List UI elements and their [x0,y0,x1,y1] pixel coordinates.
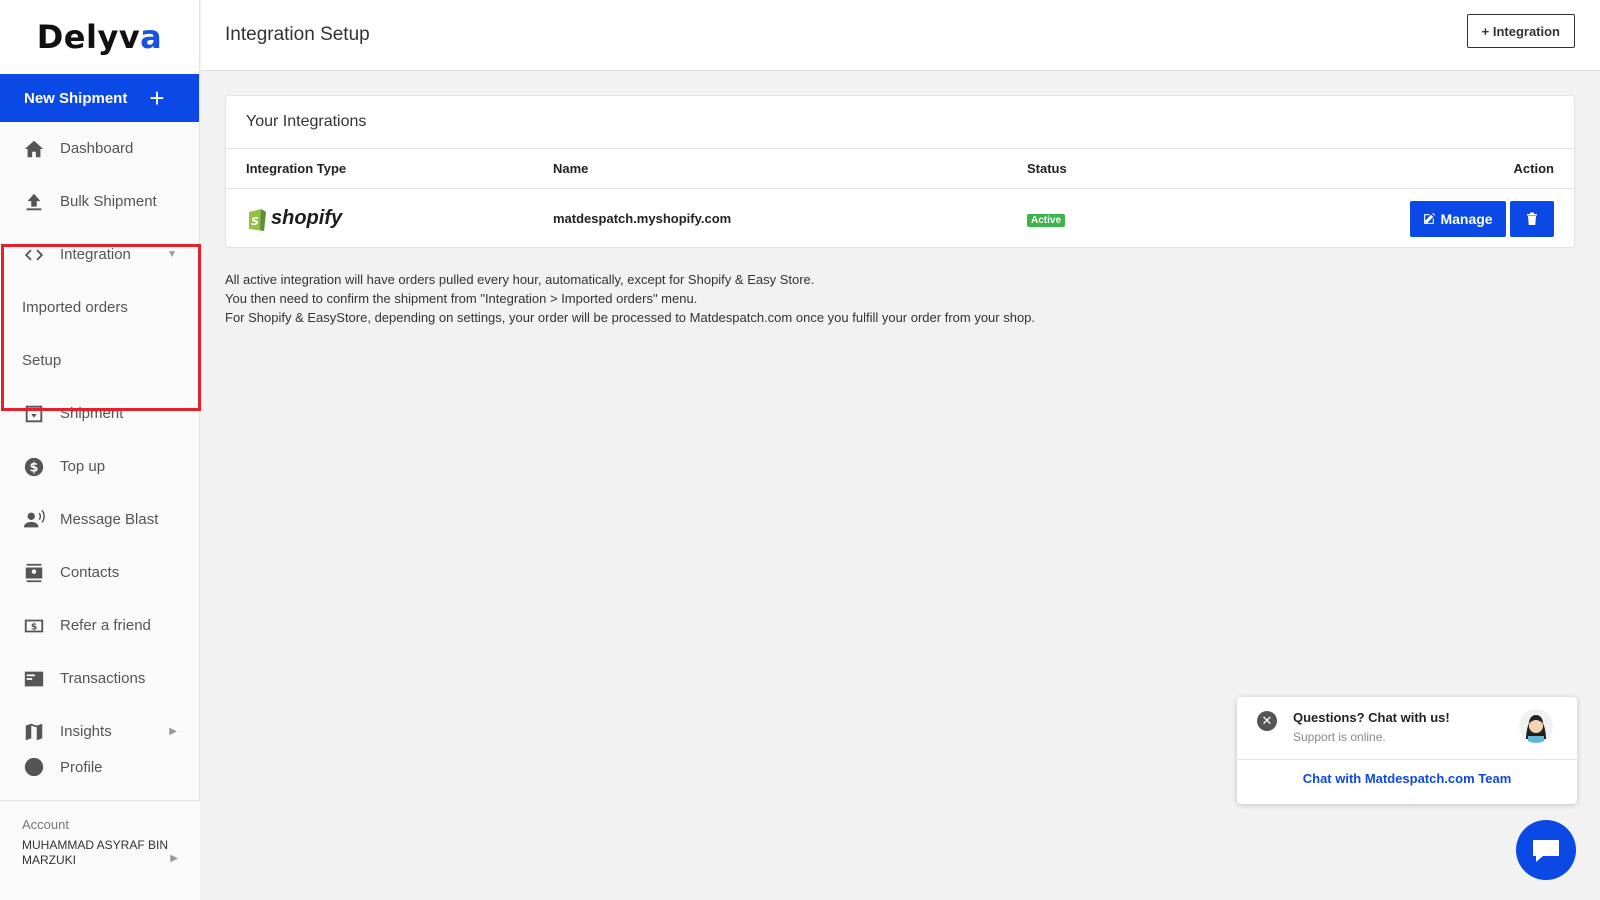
box-icon [22,402,46,426]
status-cell: Active [1027,210,1066,228]
sidebar-nav: Dashboard Bulk Shipment Integration ▼ Im… [0,122,199,776]
action-cell: Manage [1410,200,1554,237]
sidebar-item-top-up[interactable]: $ Top up [0,440,199,493]
chevron-down-icon: ▼ [167,249,177,260]
column-header-type: Integration Type [246,161,347,176]
sidebar-item-bulk-shipment[interactable]: Bulk Shipment [0,175,199,228]
integrations-card: Your Integrations Integration Type Name … [225,95,1575,248]
logo-text-b: a [140,18,163,56]
account-name: MUHAMMAD ASYRAF BIN MARZUKI [22,838,169,867]
sidebar-subitem-imported-orders[interactable]: Imported orders [0,281,199,334]
sidebar-item-contacts[interactable]: Contacts [0,546,199,599]
page-header: Integration Setup + Integration [201,0,1600,71]
sidebar-item-label: Message Blast [60,511,159,528]
integration-info-text: All active integration will have orders … [225,270,1035,327]
logo-text-a: Delyv [36,18,141,56]
logo[interactable]: Delyv a [0,0,199,74]
sidebar-item-message-blast[interactable]: Message Blast [0,493,199,546]
chat-popup: ✕ Questions? Chat with us! Support is on… [1237,697,1577,804]
close-icon[interactable]: ✕ [1257,711,1277,731]
shopify-bag-icon: S [249,208,266,231]
delete-button[interactable] [1510,200,1554,237]
sidebar-item-refer-a-friend[interactable]: $ Refer a friend [0,599,199,652]
card-icon [22,667,46,691]
dollar-icon: $ [22,455,46,479]
contacts-icon [22,561,46,585]
svg-text:S: S [251,215,259,228]
sidebar-item-label: Insights [60,723,112,740]
sidebar-item-label: Transactions [60,670,146,687]
info-line: For Shopify & EasyStore, depending on se… [225,310,1036,325]
sidebar-item-dashboard[interactable]: Dashboard [0,122,199,175]
chevron-right-icon: ▶ [170,853,178,864]
svg-text:$: $ [30,460,39,475]
edit-icon [1424,212,1436,224]
map-icon [22,720,46,744]
sidebar-item-integration[interactable]: Integration ▼ [0,228,199,281]
new-shipment-button[interactable]: New Shipment + [0,74,199,122]
add-integration-button[interactable]: + Integration [1466,14,1575,48]
sidebar-item-label: Integration [60,246,131,263]
info-line: You then need to confirm the shipment fr… [225,291,698,306]
column-header-action: Action [1513,161,1554,176]
user-icon [22,758,46,776]
card-title: Your Integrations [226,96,1574,149]
table-row: S shopify matdespatch.myshopify.com Acti… [226,189,1574,248]
chat-bubble-icon [1533,840,1559,862]
shopify-wordmark: shopify [271,207,343,229]
sidebar-item-label: Contacts [60,564,120,581]
chevron-right-icon: ▶ [169,726,177,737]
chat-question: Questions? Chat with us! [1293,710,1450,725]
column-header-status: Status [1027,161,1067,176]
chat-launcher-button[interactable] [1516,820,1576,880]
refer-icon: $ [22,614,46,638]
account-label: Account [22,817,69,832]
sidebar-item-insights[interactable]: Insights ▶ [0,705,199,758]
trash-icon [1527,212,1537,225]
shopify-logo: S shopify [246,206,342,232]
chat-status: Support is online. [1293,730,1386,744]
column-header-name: Name [553,161,589,176]
sidebar-item-label: Shipment [60,405,124,422]
account-section[interactable]: Account MUHAMMAD ASYRAF BIN MARZUKI ▶ [0,800,200,900]
plus-icon: + [149,83,165,113]
sidebar-subitem-setup[interactable]: Setup [0,334,199,387]
chat-link[interactable]: Chat with Matdespatch.com Team [1237,771,1577,786]
new-shipment-label: New Shipment [24,89,128,107]
info-line: All active integration will have orders … [225,272,815,287]
home-icon [22,137,46,161]
support-avatar [1519,709,1553,743]
sidebar-item-shipment[interactable]: Shipment [0,387,199,440]
sidebar: Delyv a New Shipment + Dashboard Bulk Shi… [0,0,200,900]
sidebar-item-profile[interactable]: Profile [0,758,199,776]
sidebar-item-label: Refer a friend [60,617,151,634]
manage-button[interactable]: Manage [1410,200,1506,237]
page-title: Integration Setup [225,24,370,45]
chat-divider [1237,759,1577,760]
sidebar-item-label: Bulk Shipment [60,193,157,210]
broadcast-icon [22,508,46,532]
sidebar-item-label: Top up [60,458,106,475]
sidebar-item-transactions[interactable]: Transactions [0,652,199,705]
status-badge: Active [1027,213,1066,227]
svg-text:$: $ [31,621,37,632]
manage-label: Manage [1440,210,1493,227]
integration-name: matdespatch.myshopify.com [553,211,732,226]
code-icon [22,243,46,267]
sidebar-item-label: Dashboard [60,140,134,157]
table-header: Integration Type Name Status Action [226,149,1574,189]
sidebar-item-label: Profile [60,758,103,776]
upload-icon [22,190,46,214]
